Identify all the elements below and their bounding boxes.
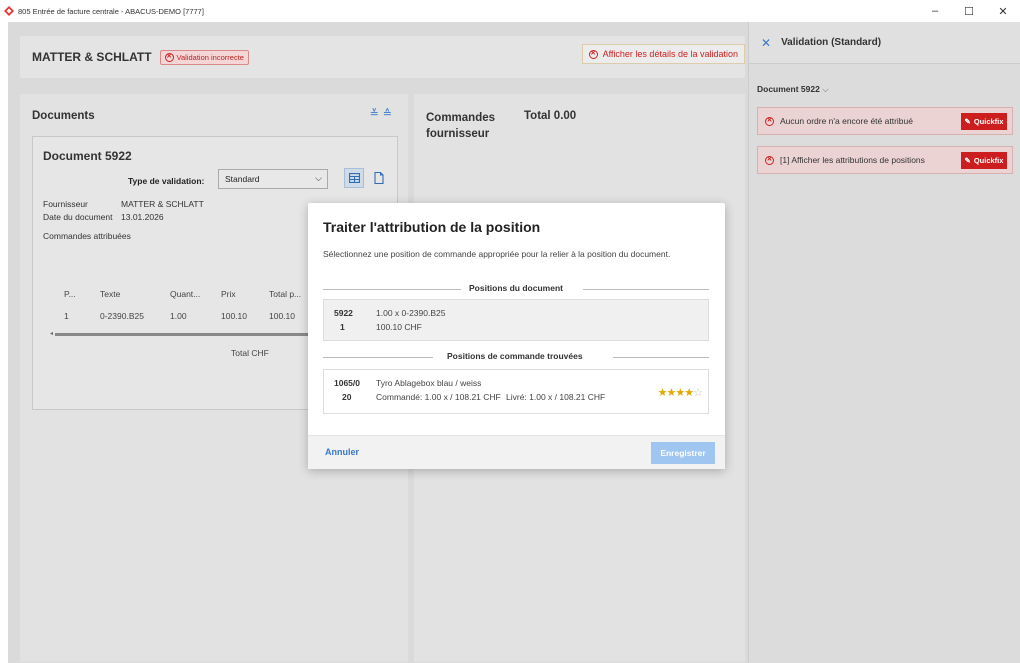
header-card: MATTER & SCHLATT ✕ Validation incorrecte… (20, 36, 745, 78)
validation-error-item: ✕ Aucun ordre n'a encore été attribué ✎ … (757, 107, 1013, 135)
chevron-down-icon: ⌵ (822, 84, 829, 94)
dialog-footer: Annuler Enregistrer (308, 435, 725, 469)
position-quantity-article: 1.00 x 0-2390.B25 (376, 308, 446, 318)
found-orders-section: Positions de commande trouvées (323, 351, 709, 363)
table-cell: 1.00 (170, 311, 187, 321)
position-amount: 100.10 CHF (376, 322, 422, 332)
match-rating: ★★★★☆ (657, 386, 703, 399)
error-circle-icon: ✕ (765, 116, 774, 126)
table-icon (348, 173, 360, 183)
quickfix-label: Quickfix (973, 117, 1004, 126)
document-position-item: 5922 1 1.00 x 0-2390.B25 100.10 CHF (323, 299, 709, 341)
section-label: Positions du document (469, 283, 563, 293)
pencil-icon: ✎ (964, 117, 971, 126)
star-filled-icon: ★ (684, 387, 694, 399)
side-panel-title: Validation (Standard) (781, 37, 882, 48)
dialog-subtitle: Sélectionnez une position de commande ap… (323, 249, 671, 259)
side-document-selector[interactable]: Document 5922 ⌵ (757, 84, 829, 95)
table-cell: 1 (64, 311, 69, 321)
position-doc-id: 5922 (334, 308, 353, 318)
order-position-item[interactable]: 1065/0 20 Tyro Ablagebox blau / weiss Co… (323, 369, 709, 414)
documents-title: Documents (32, 110, 95, 122)
close-panel-icon[interactable]: ✕ (761, 36, 771, 50)
position-line-number: 1 (340, 322, 345, 332)
column-header[interactable]: Quant... (170, 289, 200, 299)
order-article-text: Tyro Ablagebox blau / weiss (376, 378, 482, 388)
field-document-date: Date du document 13.01.2026 (43, 212, 164, 222)
validation-type-select[interactable]: Standard ⌵ (218, 169, 328, 189)
save-button[interactable]: Enregistrer (651, 442, 715, 464)
table-view-button[interactable] (344, 168, 364, 188)
supplier-orders-title: Commandes fournisseur (426, 112, 496, 140)
field-label: Commandes attribuées (43, 231, 131, 241)
window-title: 805 Entrée de facture centrale - ABACUS-… (18, 6, 204, 16)
column-header[interactable]: P... (64, 289, 76, 299)
validation-error-item: ✕ [1] Afficher les attributions de posit… (757, 146, 1013, 174)
expand-collapse-icons[interactable]: ≚≙ (370, 107, 396, 120)
status-badge: ✕ Validation incorrecte (159, 49, 249, 65)
divider (613, 357, 709, 358)
error-circle-icon: ✕ (164, 52, 174, 62)
chevron-down-icon: ⌵ (315, 173, 322, 183)
minimize-button[interactable]: – (918, 0, 952, 22)
app-logo-icon (4, 6, 14, 16)
document-positions-section: Positions du document (323, 283, 709, 295)
validation-details-label: Afficher les détails de la validation (602, 49, 738, 59)
position-assignment-dialog: Traiter l'attribution de la position Sél… (308, 203, 725, 469)
order-line-number: 20 (342, 392, 352, 402)
field-label: Date du document (43, 212, 113, 222)
divider (323, 357, 433, 358)
collapse-all-icon[interactable]: ≙ (383, 108, 396, 120)
side-panel-header: ✕ Validation (Standard) (749, 22, 1020, 64)
scroll-left-icon[interactable]: ◂ (50, 330, 53, 337)
error-circle-icon: ✕ (765, 155, 774, 165)
maximize-button[interactable]: ☐ (952, 0, 986, 22)
field-assigned-orders: Commandes attribuées (43, 231, 131, 241)
field-value: 13.01.2026 (121, 212, 164, 222)
document-icon (374, 172, 384, 184)
validation-type-value: Standard (225, 174, 260, 184)
company-name: MATTER & SCHLATT (32, 50, 152, 64)
cancel-button[interactable]: Annuler (325, 447, 359, 457)
order-ordered: Commandé: 1.00 x / 108.21 CHF (376, 392, 501, 402)
table-cell: 100.10 (221, 311, 247, 321)
star-filled-icon: ★ (657, 387, 668, 399)
section-label: Positions de commande trouvées (447, 351, 583, 361)
divider (583, 289, 709, 290)
star-empty-icon: ☆ (693, 387, 703, 399)
field-label: Fournisseur (43, 199, 88, 209)
column-header[interactable]: Prix (221, 289, 236, 299)
validation-details-button[interactable]: ✕ Afficher les détails de la validation (581, 44, 745, 64)
document-title: Document 5922 (43, 149, 132, 163)
column-header[interactable]: Total p... (269, 289, 301, 299)
document-view-button[interactable] (369, 168, 389, 188)
order-delivered: Livré: 1.00 x / 108.21 CHF (506, 392, 606, 402)
validation-error-text: Aucun ordre n'a encore été attribué (780, 116, 913, 126)
dialog-title: Traiter l'attribution de la position (323, 219, 541, 235)
side-document-label: Document 5922 (757, 84, 820, 94)
validation-type-label: Type de validation: (128, 176, 205, 186)
column-header[interactable]: Texte (100, 289, 120, 299)
error-circle-icon: ✕ (588, 49, 598, 59)
total-chf-label: Total CHF (231, 348, 269, 358)
expand-all-icon[interactable]: ≚ (370, 108, 383, 120)
star-filled-icon: ★ (675, 387, 685, 399)
quickfix-button[interactable]: ✎ Quickfix (961, 113, 1007, 130)
status-badge-label: Validation incorrecte (176, 52, 244, 62)
window-titlebar: 805 Entrée de facture centrale - ABACUS-… (0, 0, 1020, 22)
validation-error-text: [1] Afficher les attributions de positio… (780, 155, 925, 165)
table-cell: 0-2390.B25 (100, 311, 144, 321)
supplier-orders-total: Total 0.00 (524, 110, 577, 122)
field-value: MATTER & SCHLATT (121, 199, 204, 209)
validation-side-panel: ✕ Validation (Standard) Document 5922 ⌵ … (748, 22, 1020, 663)
close-window-button[interactable]: ✕ (986, 0, 1020, 22)
quickfix-label: Quickfix (973, 156, 1004, 165)
table-cell: 100.10 (269, 311, 295, 321)
field-supplier: Fournisseur MATTER & SCHLATT (43, 199, 204, 209)
order-number: 1065/0 (334, 378, 360, 388)
quickfix-button[interactable]: ✎ Quickfix (961, 152, 1007, 169)
pencil-icon: ✎ (964, 156, 971, 165)
divider (323, 289, 461, 290)
